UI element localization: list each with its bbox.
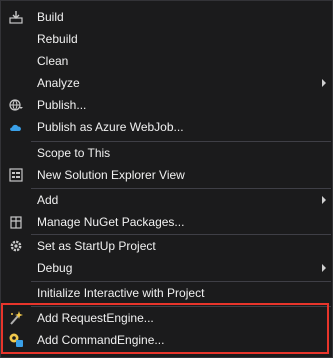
- submenu-arrow-icon: [322, 196, 326, 204]
- submenu-arrow-icon: [322, 264, 326, 272]
- menu-item-label: Scope to This: [37, 146, 111, 160]
- menu-item-label: Rebuild: [37, 32, 78, 46]
- command-engine-icon: [8, 332, 24, 348]
- nuget-package-icon: [8, 214, 24, 230]
- menu-item-scope-to-this[interactable]: Scope to This: [1, 142, 332, 164]
- menu-item-analyze[interactable]: Analyze: [1, 72, 332, 94]
- azure-cloud-icon: [8, 119, 24, 135]
- menu-item-label: Initialize Interactive with Project: [37, 286, 205, 300]
- menu-item-label: Build: [37, 10, 64, 24]
- menu-item-label: Add CommandEngine...: [37, 333, 165, 347]
- menu-item-debug[interactable]: Debug: [1, 257, 332, 279]
- menu-item-add[interactable]: Add: [1, 189, 332, 211]
- menu-item-label: Set as StartUp Project: [37, 239, 156, 253]
- build-icon: [8, 9, 24, 25]
- submenu-arrow-icon: [322, 79, 326, 87]
- menu-item-label: New Solution Explorer View: [37, 168, 185, 182]
- menu-item-initialize-interactive[interactable]: Initialize Interactive with Project: [1, 282, 332, 304]
- menu-item-label: Add RequestEngine...: [37, 311, 154, 325]
- menu-item-label: Clean: [37, 54, 69, 68]
- context-menu: Build Rebuild Clean Analyze Publish... P…: [0, 0, 333, 358]
- menu-item-add-commandengine[interactable]: Add CommandEngine...: [1, 329, 332, 351]
- menu-item-build[interactable]: Build: [1, 6, 332, 28]
- menu-item-label: Add: [37, 193, 59, 207]
- menu-item-label: Publish...: [37, 98, 87, 112]
- menu-item-manage-nuget-packages[interactable]: Manage NuGet Packages...: [1, 211, 332, 233]
- menu-item-publish-azure-webjob[interactable]: Publish as Azure WebJob...: [1, 116, 332, 138]
- menu-item-set-startup-project[interactable]: Set as StartUp Project: [1, 235, 332, 257]
- menu-item-rebuild[interactable]: Rebuild: [1, 28, 332, 50]
- menu-item-label: Analyze: [37, 76, 80, 90]
- menu-item-add-requestengine[interactable]: Add RequestEngine...: [1, 307, 332, 329]
- menu-item-label: Manage NuGet Packages...: [37, 215, 185, 229]
- solution-explorer-icon: [8, 167, 24, 183]
- menu-item-publish[interactable]: Publish...: [1, 94, 332, 116]
- menu-item-new-solution-explorer-view[interactable]: New Solution Explorer View: [1, 164, 332, 186]
- menu-item-label: Publish as Azure WebJob...: [37, 120, 184, 134]
- menu-item-label: Debug: [37, 261, 73, 275]
- globe-publish-icon: [8, 97, 24, 113]
- menu-item-clean[interactable]: Clean: [1, 50, 332, 72]
- magic-wand-icon: [8, 310, 24, 326]
- gear-icon: [8, 238, 24, 254]
